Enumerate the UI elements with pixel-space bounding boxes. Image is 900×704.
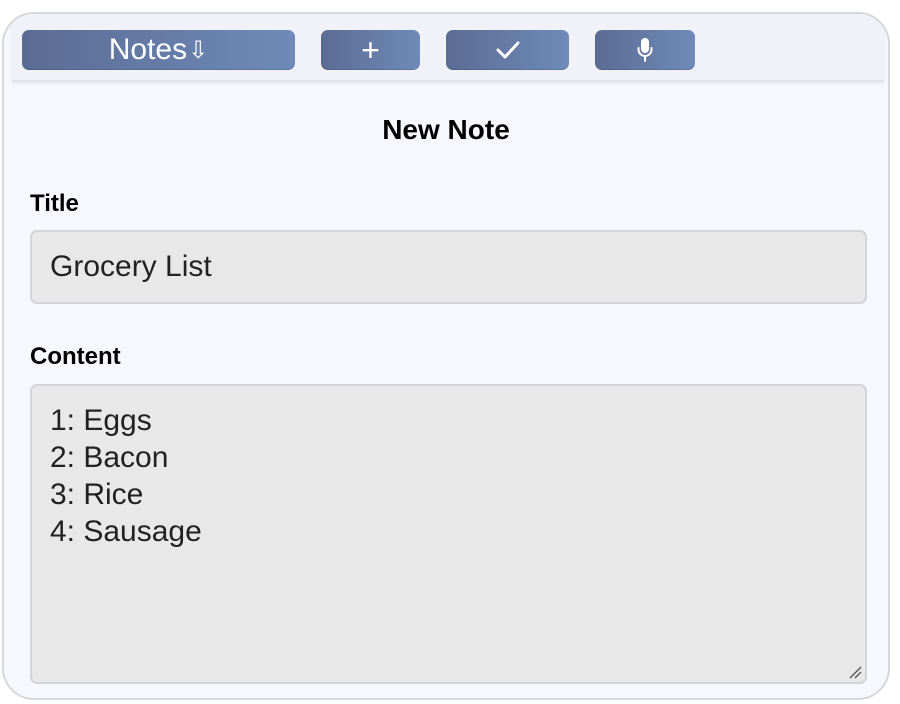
resize-grip-icon[interactable] xyxy=(848,665,862,679)
save-note-button[interactable] xyxy=(446,30,569,70)
content-line: 4: Sausage xyxy=(50,515,202,548)
toolbar: Notes ⇩ + xyxy=(12,14,884,81)
voice-input-button[interactable] xyxy=(595,30,695,70)
notes-menu-button[interactable]: Notes ⇩ xyxy=(22,30,295,70)
title-input-value: Grocery List xyxy=(50,250,212,283)
title-input[interactable]: Grocery List xyxy=(30,230,867,304)
content-line: 3: Rice xyxy=(50,478,144,511)
add-note-button[interactable]: + xyxy=(321,30,420,70)
content-label: Content xyxy=(30,343,121,370)
note-editor-card: Notes ⇩ + New Note Title Grocery List Con… xyxy=(2,12,890,700)
content-line: 1: Eggs xyxy=(50,404,152,437)
title-label: Title xyxy=(30,190,79,217)
check-icon xyxy=(496,41,519,59)
notes-button-label: Notes xyxy=(108,33,188,66)
down-arrow-icon: ⇩ xyxy=(188,36,209,64)
microphone-icon xyxy=(637,38,653,62)
plus-icon: + xyxy=(361,31,380,68)
content-line: 2: Bacon xyxy=(50,441,169,474)
page-title: New Note xyxy=(382,114,510,145)
content-textarea[interactable]: 1: Eggs 2: Bacon 3: Rice 4: Sausage xyxy=(30,384,867,684)
